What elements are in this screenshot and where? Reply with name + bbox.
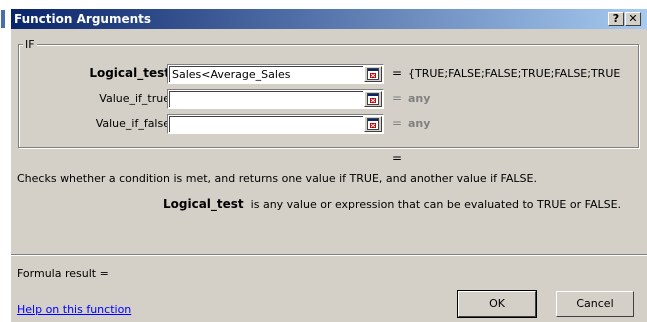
window-edge-bar: [1, 10, 5, 28]
collapse-dialog-button[interactable]: [364, 116, 382, 132]
argument-field: [167, 114, 384, 134]
argument-row-value-if-false: Value_if_false = any: [11, 114, 647, 134]
argument-row-value-if-true: Value_if_true = any: [11, 89, 647, 109]
collapse-dialog-icon: [367, 93, 379, 105]
separator: [11, 254, 647, 256]
equals-sign: =: [392, 116, 403, 130]
title-bar[interactable]: Function Arguments ? ✕: [11, 9, 647, 29]
function-arguments-dialog: Function Arguments ? ✕ IF Logical_test =…: [10, 8, 647, 322]
argument-field: [167, 64, 384, 84]
ok-button[interactable]: OK: [457, 290, 537, 318]
close-button[interactable]: ✕: [625, 12, 641, 26]
equals-sign: =: [392, 91, 403, 105]
formula-result: Formula result =: [17, 267, 109, 280]
function-name-label: IF: [23, 38, 37, 51]
argument-row-logical-test: Logical_test = {TRUE;FALSE;FALSE;TRUE;FA…: [11, 64, 647, 84]
function-result-equals: =: [392, 151, 403, 165]
function-description: Checks whether a condition is met, and r…: [17, 172, 537, 185]
collapse-dialog-icon: [367, 118, 379, 130]
equals-sign: =: [392, 66, 403, 80]
window-edge: [0, 0, 9, 322]
argument-label: Logical_test: [89, 66, 170, 80]
argument-description: Logical_test is any value or expression …: [163, 197, 621, 211]
argument-value: any: [408, 92, 431, 105]
argument-value: {TRUE;FALSE;FALSE;TRUE;FALSE;TRUE: [408, 67, 621, 80]
argument-description-text: is any value or expression that can be e…: [250, 198, 622, 211]
value-if-false-input[interactable]: [169, 116, 363, 132]
argument-value: any: [408, 117, 431, 130]
collapse-dialog-button[interactable]: [364, 66, 382, 82]
collapse-dialog-icon: [367, 68, 379, 80]
value-if-true-input[interactable]: [169, 91, 363, 107]
cancel-button[interactable]: Cancel: [556, 291, 634, 317]
argument-description-name: Logical_test: [163, 197, 244, 211]
help-on-function-link[interactable]: Help on this function: [17, 303, 131, 316]
logical-test-input[interactable]: [169, 66, 363, 82]
argument-label: Value_if_true: [99, 92, 170, 105]
dialog-title: Function Arguments: [14, 12, 152, 26]
help-button[interactable]: ?: [608, 12, 624, 26]
argument-label: Value_if_false: [95, 117, 170, 130]
collapse-dialog-button[interactable]: [364, 91, 382, 107]
argument-field: [167, 89, 384, 109]
